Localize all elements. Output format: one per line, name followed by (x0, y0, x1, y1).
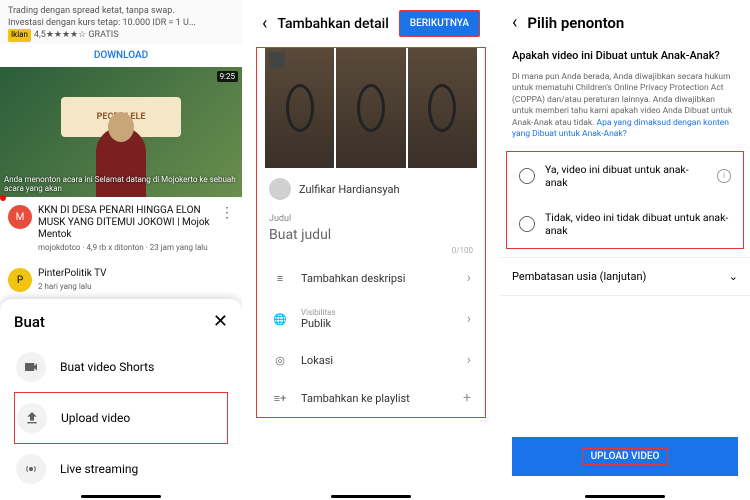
create-bottom-sheet: Buat ✕ Buat video Shorts Upload video Li… (0, 299, 242, 500)
globe-icon: 🌐 (271, 313, 289, 326)
radio-not-kids[interactable]: Tidak, video ini tidak dibuat untuk anak… (507, 200, 743, 248)
back-icon[interactable]: ‹ (512, 12, 517, 33)
vis-label: Visibilitas (301, 308, 455, 317)
home-indicator (331, 495, 411, 498)
description-row[interactable]: ≡ Tambahkan deskripsi › (257, 259, 485, 297)
thumbnail-strip[interactable] (257, 48, 485, 168)
audience-options: Ya, video ini dibuat untuk anak-anak i T… (506, 151, 744, 249)
ad-line1: Trading dengan spread ketat, tanpa swap. (8, 6, 234, 18)
chevron-right-icon: › (467, 311, 471, 327)
audience-panel: ‹ Pilih penonton Apakah video ini Dibuat… (500, 0, 750, 500)
author-row: Zulfikar Hardiansyah (257, 168, 485, 210)
row-label: Tambahkan ke playlist (301, 392, 451, 405)
live-icon (16, 454, 46, 484)
channel-avatar[interactable]: M (8, 205, 32, 229)
image-icon (269, 52, 285, 68)
page-title: Pilih penonton (527, 14, 624, 32)
option-live[interactable]: Live streaming (14, 444, 228, 494)
age-restriction-accordion[interactable]: Pembatasan usia (lanjutan) ⌄ (500, 257, 750, 296)
row-label: Lokasi (301, 354, 455, 367)
upload-icon (17, 403, 47, 433)
title-field[interactable]: Judul Buat judul 0/100 (257, 210, 485, 259)
title-label: Judul (269, 214, 473, 224)
video-list-item[interactable]: P PinterPolitik TV 2 hari yang lalu (0, 260, 242, 300)
audience-question: Apakah video ini Dibuat untuk Anak-Anak? (500, 45, 750, 66)
option-label: Live streaming (60, 462, 138, 476)
live-dot-icon (0, 195, 6, 201)
video-title: PinterPolitik TV (38, 268, 234, 280)
ad-block[interactable]: Trading dengan spread ketat, tanpa swap.… (0, 0, 242, 44)
upload-video-button[interactable]: UPLOAD VIDEO (512, 437, 738, 476)
video-meta: mojokdotco · 4,9 rb x ditonton · 23 jam … (38, 243, 214, 252)
author-avatar (269, 178, 291, 200)
home-indicator (585, 495, 665, 498)
title-input[interactable]: Buat judul (269, 224, 473, 246)
video-duration: 9:25 (217, 71, 238, 82)
playlist-row[interactable]: ≡+ Tambahkan ke playlist + (257, 379, 485, 417)
location-row[interactable]: ◎ Lokasi › (257, 341, 485, 379)
video-player[interactable]: PECEL LELE 9:25 Anda menonton acara ini … (0, 67, 242, 197)
chevron-down-icon: ⌄ (729, 270, 738, 283)
video-meta: 2 hari yang lalu (38, 282, 234, 291)
radio-icon (519, 168, 535, 184)
option-shorts[interactable]: Buat video Shorts (14, 342, 228, 392)
video-caption: Anda menonton acara ini Selamat datang d… (4, 175, 238, 193)
video-title: KKN DI DESA PENARI HINGGA ELON MUSK YANG… (38, 205, 214, 241)
char-count: 0/100 (269, 246, 473, 255)
back-icon[interactable]: ‹ (262, 13, 267, 34)
option-label: Buat video Shorts (60, 360, 154, 374)
location-icon: ◎ (271, 354, 289, 367)
radio-yes-kids[interactable]: Ya, video ini dibuat untuk anak-anak i (507, 152, 743, 200)
video-list-item[interactable]: M KKN DI DESA PENARI HINGGA ELON MUSK YA… (0, 197, 242, 260)
sheet-title: Buat (14, 313, 45, 331)
ad-line2: Investasi dengan kurs tetap: 10.000 IDR … (8, 18, 234, 30)
ad-rating: 4,5★★★★☆ GRATIS (34, 30, 119, 40)
visibility-row[interactable]: 🌐 VisibilitasPublik › (257, 297, 485, 341)
home-feed-panel: Trading dengan spread ketat, tanpa swap.… (0, 0, 250, 500)
option-upload[interactable]: Upload video (14, 392, 228, 444)
playlist-add-icon: ≡+ (271, 392, 289, 405)
author-name: Zulfikar Hardiansyah (299, 183, 400, 196)
download-button[interactable]: DOWNLOAD (0, 44, 242, 67)
channel-avatar[interactable]: P (8, 268, 32, 292)
option-label: Upload video (61, 411, 130, 425)
home-indicator (81, 495, 161, 498)
thumbnail[interactable] (408, 48, 477, 168)
vis-value: Publik (301, 317, 455, 330)
next-button[interactable]: BERIKUTNYA (399, 10, 480, 37)
plus-icon: + (463, 390, 471, 406)
video-head (108, 112, 134, 142)
more-icon[interactable]: ⋮ (220, 205, 234, 252)
ad-badge: Iklan (8, 29, 31, 41)
chevron-right-icon: › (467, 270, 471, 286)
radio-label: Ya, video ini dibuat untuk anak-anak (545, 163, 707, 189)
add-details-panel: ‹ Tambahkan detail BERIKUTNYA Zulfikar H… (250, 0, 500, 500)
thumbnail[interactable] (336, 48, 405, 168)
close-icon[interactable]: ✕ (213, 311, 228, 332)
radio-icon (519, 216, 535, 232)
radio-label: Tidak, video ini tidak dibuat untuk anak… (545, 211, 731, 237)
chevron-right-icon: › (467, 352, 471, 368)
description-icon: ≡ (271, 272, 289, 285)
accordion-label: Pembatasan usia (lanjutan) (512, 270, 646, 283)
shorts-icon (16, 352, 46, 382)
details-form: Zulfikar Hardiansyah Judul Buat judul 0/… (256, 47, 486, 418)
audience-explanation: Di mana pun Anda berada, Anda diwajibkan… (500, 66, 750, 151)
thumbnail[interactable] (265, 48, 334, 168)
row-label: Tambahkan deskripsi (301, 272, 455, 285)
page-title: Tambahkan detail (277, 16, 388, 32)
upload-label: UPLOAD VIDEO (582, 448, 669, 465)
info-icon[interactable]: i (717, 169, 731, 183)
